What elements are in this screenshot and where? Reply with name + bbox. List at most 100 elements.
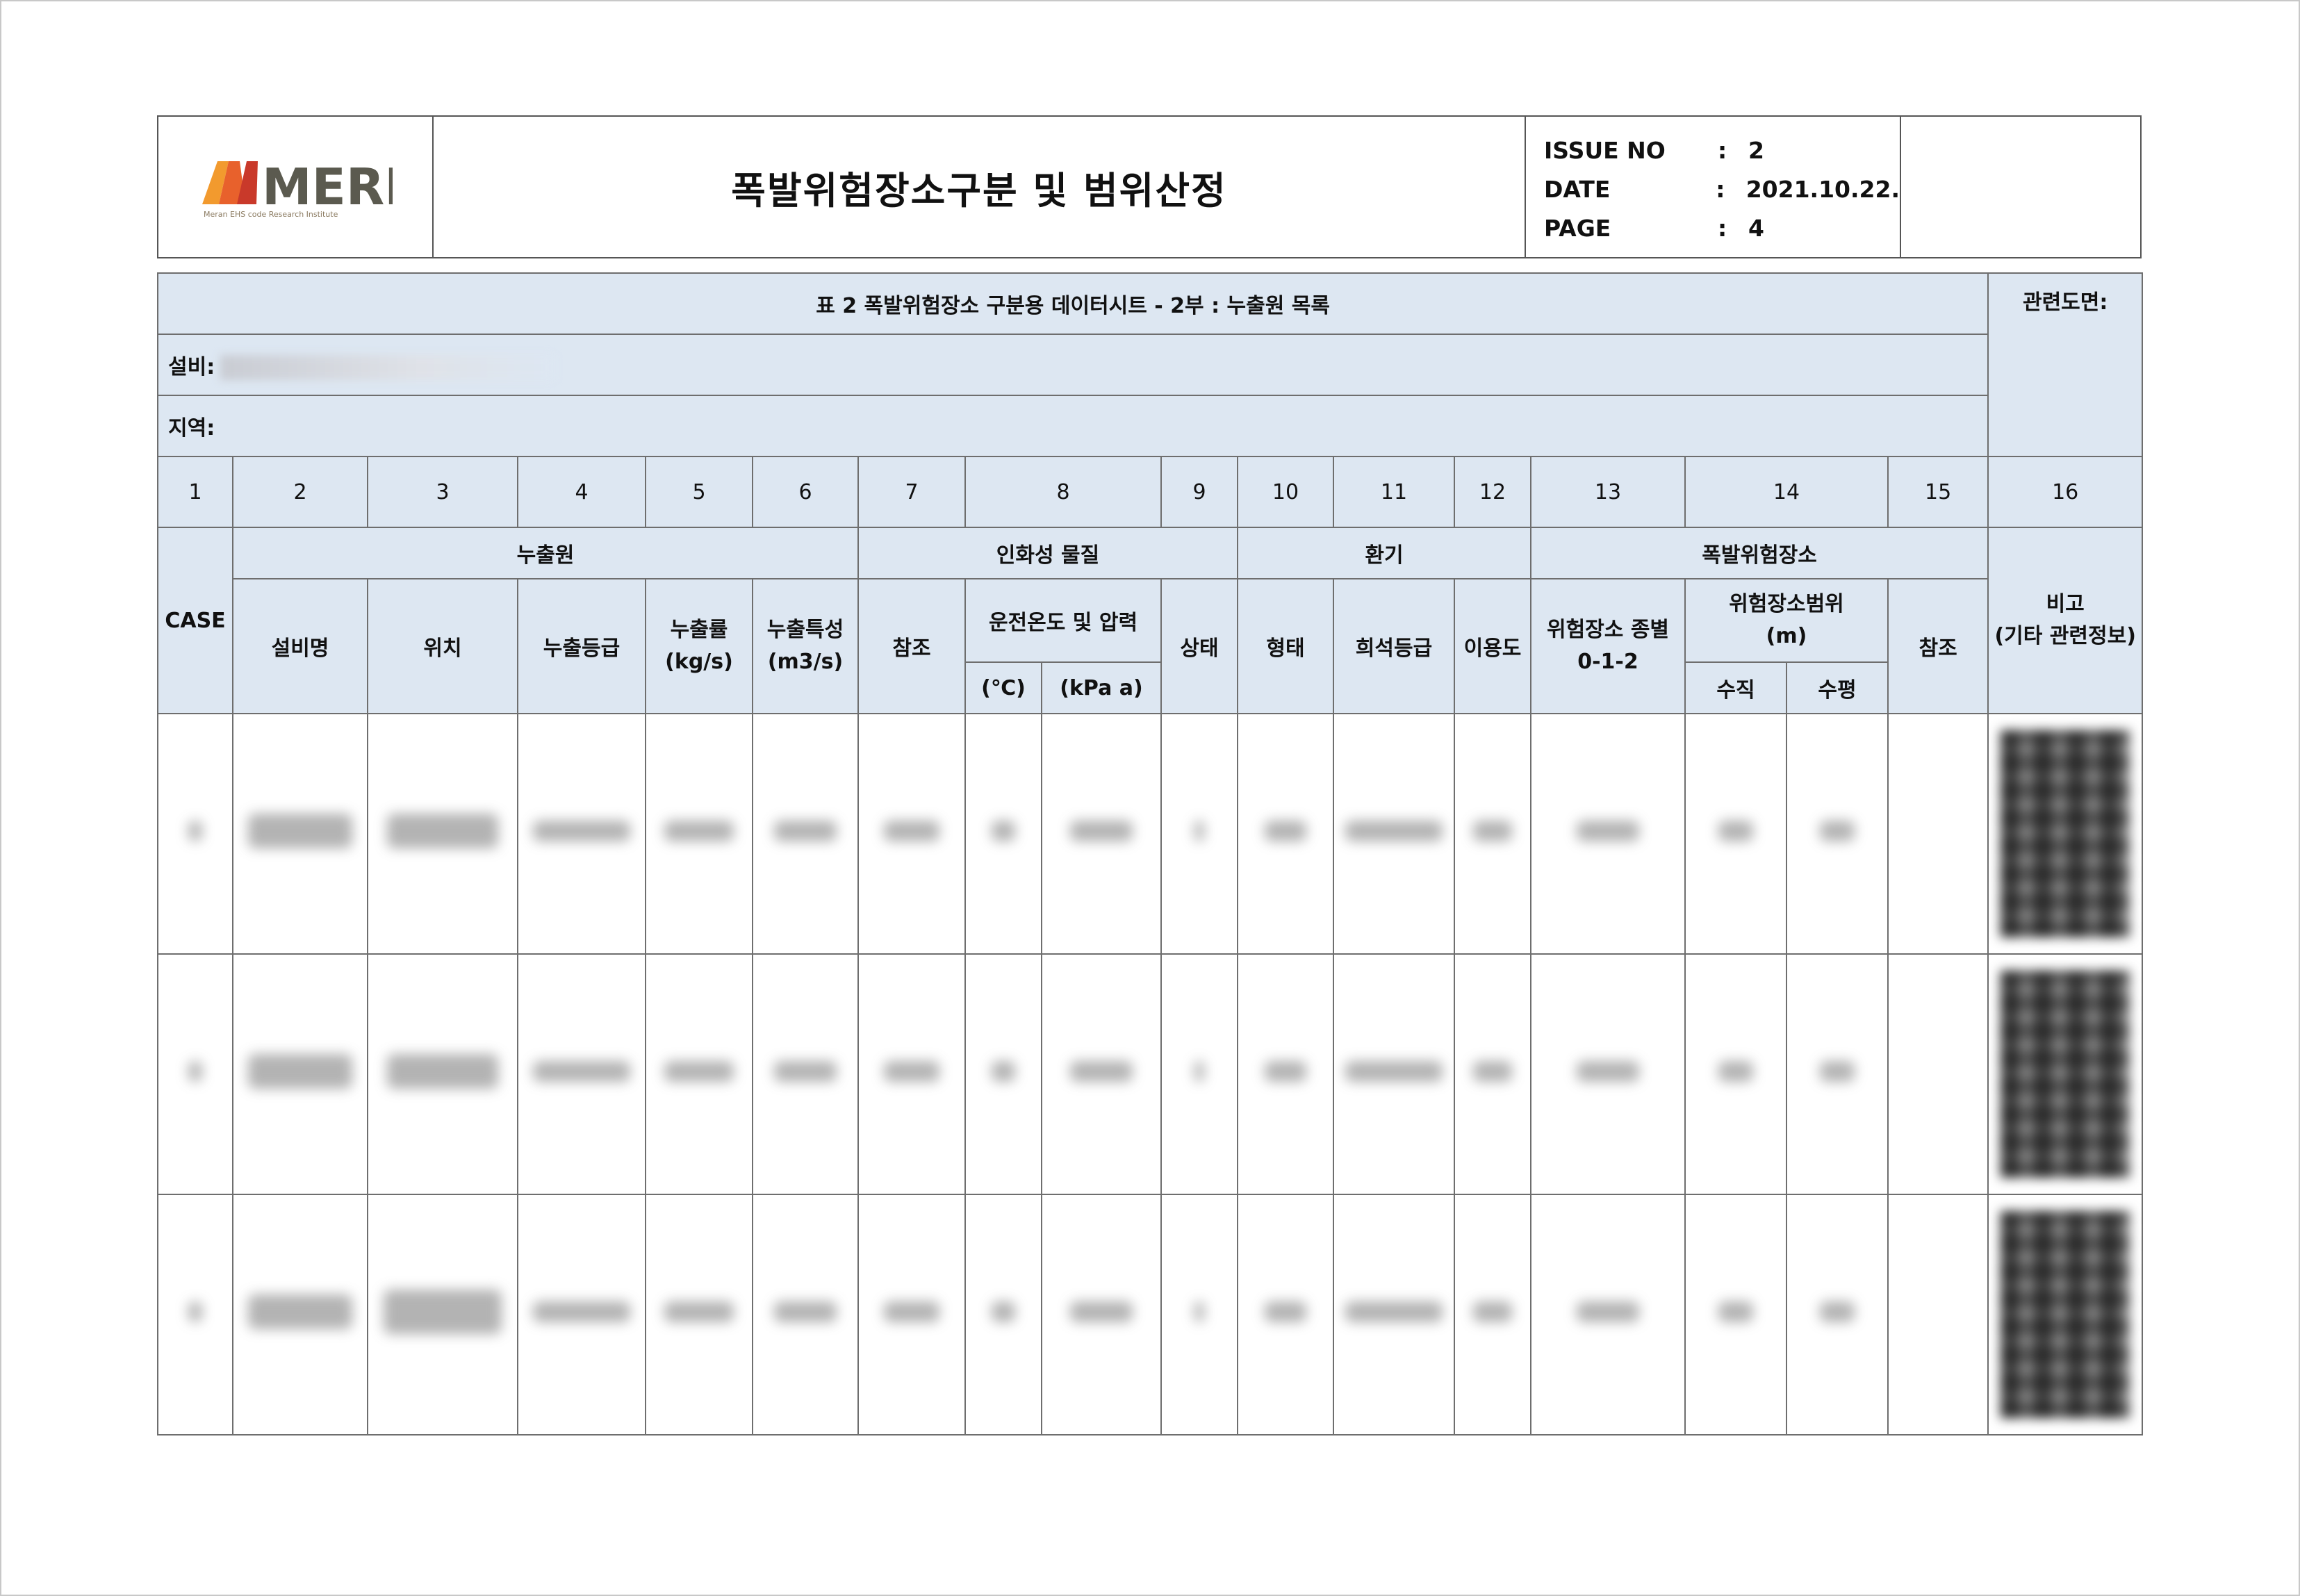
header-empty-cell <box>1901 117 2140 257</box>
redacted-cell <box>645 1194 753 1435</box>
ref2-header: 참조 <box>1887 578 1989 714</box>
issue-row: ISSUE NO : 2 <box>1544 131 1900 170</box>
redacted-cell <box>1160 953 1238 1195</box>
redacted-cell <box>1333 953 1455 1195</box>
empty-cell <box>1887 953 1989 1195</box>
area-label: 지역: <box>156 395 1989 457</box>
redacted-cell <box>1786 953 1889 1195</box>
redacted-cell <box>517 1194 646 1435</box>
redacted-cell <box>752 713 859 955</box>
related-drawing-label: 관련도면: <box>1987 272 2144 457</box>
type-header: 형태 <box>1237 578 1334 714</box>
redacted-cell <box>1160 713 1238 955</box>
col-number: 11 <box>1333 456 1455 528</box>
redacted-cell <box>645 713 753 955</box>
redacted-image <box>2001 1211 2130 1418</box>
document-title: 폭발위험장소구분 및 범위산정 <box>434 117 1526 257</box>
col-number: 7 <box>857 456 966 528</box>
redacted-image <box>2001 971 2130 1178</box>
op-temp-press-header: 운전온도 및 압력 <box>964 578 1162 663</box>
horizontal-header: 수평 <box>1786 661 1889 714</box>
dilution-header: 희석등급 <box>1333 578 1455 714</box>
redacted-cell <box>367 1194 518 1435</box>
redacted-cell <box>1237 953 1334 1195</box>
col-number: 4 <box>517 456 646 528</box>
redacted-cell <box>1041 713 1162 955</box>
hazard-zone-group-header: 폭발위험장소 <box>1529 527 1989 579</box>
zone-type-header: 위험장소 종별 0-1-2 <box>1530 578 1686 714</box>
release-char-header: 누출특성 (m3/s) <box>752 578 859 714</box>
table-row <box>157 713 2144 955</box>
redacted-cell <box>1454 1194 1531 1435</box>
table-row <box>157 953 2144 1195</box>
source-group-header: 누출원 <box>232 527 859 579</box>
redacted-cell <box>1786 1194 1889 1435</box>
case-header: CASE <box>157 527 233 714</box>
col-number: 9 <box>1160 456 1238 528</box>
col-number: 8 <box>964 456 1162 528</box>
redacted-cell <box>752 953 859 1195</box>
equip-name-header: 설비명 <box>232 578 368 714</box>
redacted-cell <box>517 953 646 1195</box>
redacted-cell <box>752 1194 859 1435</box>
table-caption: 표 2 폭발위험장소 구분용 데이터시트 - 2부 : 누출원 목록 <box>156 272 1989 335</box>
redacted-cell <box>1237 1194 1334 1435</box>
col-number: 13 <box>1530 456 1686 528</box>
redacted-cell <box>1684 953 1787 1195</box>
redacted-cell <box>1454 953 1531 1195</box>
col-number: 15 <box>1887 456 1989 528</box>
issue-value: 2 <box>1748 136 1764 164</box>
redacted-cell <box>232 713 368 955</box>
redacted-image <box>2001 730 2130 937</box>
redacted-cell <box>232 1194 368 1435</box>
redacted-cell <box>232 953 368 1195</box>
equipment-label: 설비: <box>168 354 215 379</box>
col-number: 10 <box>1237 456 1334 528</box>
equipment-value-redacted <box>220 355 555 381</box>
logo-cell: MERI Meran EHS code Research Institute <box>158 117 434 257</box>
redacted-cell <box>1530 713 1686 955</box>
redacted-cell <box>517 713 646 955</box>
redacted-cell <box>857 713 966 955</box>
col-number: 12 <box>1454 456 1531 528</box>
page-row: PAGE : 4 <box>1544 208 1900 247</box>
redacted-cell <box>1987 713 2144 955</box>
redacted-cell <box>964 953 1042 1195</box>
location-header: 위치 <box>367 578 518 714</box>
logo-text: MERI <box>262 158 393 216</box>
redacted-cell <box>367 713 518 955</box>
meri-logo-icon: MERI Meran EHS code Research Institute <box>202 158 393 219</box>
redacted-cell <box>1987 1194 2144 1435</box>
equipment-row: 설비: <box>156 334 1989 396</box>
col-number: 1 <box>157 456 233 528</box>
redacted-cell <box>1786 713 1889 955</box>
col-number: 5 <box>645 456 753 528</box>
datasheet-table: 표 2 폭발위험장소 구분용 데이터시트 - 2부 : 누출원 목록 관련도면:… <box>156 272 2144 1435</box>
col-number: 14 <box>1684 456 1889 528</box>
col-number: 3 <box>367 456 518 528</box>
redacted-cell <box>157 953 233 1195</box>
redacted-cell <box>857 953 966 1195</box>
state-header: 상태 <box>1160 578 1238 714</box>
vertical-header: 수직 <box>1684 661 1787 714</box>
redacted-cell <box>1041 953 1162 1195</box>
redacted-cell <box>1333 713 1455 955</box>
empty-cell <box>1887 713 1989 955</box>
redacted-cell <box>645 953 753 1195</box>
flammable-group-header: 인화성 물질 <box>857 527 1238 579</box>
redacted-cell <box>964 1194 1042 1435</box>
date-label: DATE <box>1544 175 1611 203</box>
zone-range-header: 위험장소범위 (m) <box>1684 578 1889 663</box>
page-label: PAGE <box>1544 214 1611 242</box>
redacted-cell <box>964 713 1042 955</box>
redacted-cell <box>1041 1194 1162 1435</box>
redacted-cell <box>1333 1194 1455 1435</box>
temp-unit-header: (℃) <box>964 661 1042 714</box>
page-value: 4 <box>1748 214 1764 242</box>
redacted-cell <box>1160 1194 1238 1435</box>
col-number: 2 <box>232 456 368 528</box>
redacted-cell <box>1684 1194 1787 1435</box>
table-row <box>157 1194 2144 1435</box>
date-row: DATE : 2021.10.22. <box>1544 170 1900 208</box>
empty-cell <box>1887 1194 1989 1435</box>
